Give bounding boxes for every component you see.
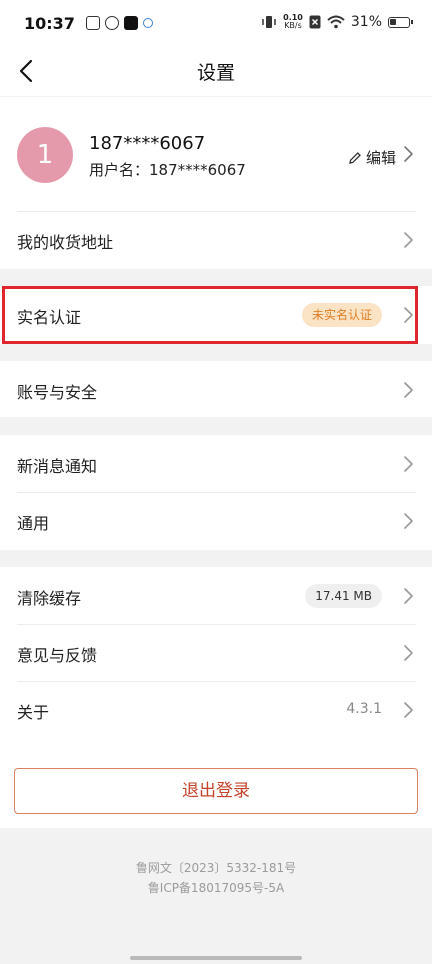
app-notification-icon <box>105 16 119 30</box>
chevron-right-icon <box>404 232 413 248</box>
tiktok-icon <box>124 16 138 30</box>
network-speed-unit: KB/s <box>284 21 302 30</box>
app-version: 4.3.1 <box>346 701 382 717</box>
bluetooth-app-icon <box>143 18 153 28</box>
pencil-icon <box>349 151 361 164</box>
row-label: 我的收货地址 <box>17 233 114 252</box>
icp-text: 鲁ICP备18017095号-5A <box>147 881 285 895</box>
row-label: 通用 <box>17 514 50 533</box>
chevron-right-icon <box>404 146 413 162</box>
account-card: 账号与安全 <box>0 361 432 417</box>
avatar[interactable]: 1 <box>17 127 73 183</box>
network-speed: 0.10 KB/s <box>283 14 303 30</box>
home-indicator[interactable] <box>130 956 302 960</box>
logout-button[interactable]: 退出登录 <box>14 768 418 814</box>
row-label: 新消息通知 <box>17 457 98 476</box>
nav-header: 设置 <box>0 48 432 96</box>
chevron-right-icon <box>404 702 413 718</box>
edit-profile-button[interactable]: 编辑 <box>348 147 396 168</box>
row-account-security[interactable]: 账号与安全 <box>0 361 432 417</box>
status-bar: 10:37 0.10 KB/s 31% <box>0 0 432 48</box>
chevron-right-icon <box>404 645 413 661</box>
edit-label: 编辑 <box>365 149 396 167</box>
cache-size-badge: 17.41 MB <box>305 584 382 608</box>
chevron-right-icon <box>404 382 413 398</box>
status-right: 0.10 KB/s 31% <box>261 14 413 30</box>
chevron-right-icon <box>404 513 413 529</box>
row-clear-cache[interactable]: 清除缓存 17.41 MB <box>0 567 432 625</box>
real-name-card: 实名认证 未实名认证 <box>0 286 432 344</box>
row-general[interactable]: 通用 <box>0 492 432 550</box>
row-label: 清除缓存 <box>17 589 82 608</box>
row-notifications[interactable]: 新消息通知 <box>0 435 432 493</box>
chevron-right-icon <box>404 307 413 323</box>
battery-icon <box>388 16 413 28</box>
notification-card: 新消息通知 通用 <box>0 435 432 550</box>
chevron-right-icon <box>404 456 413 472</box>
vibrate-icon <box>262 16 276 28</box>
row-about[interactable]: 关于 4.3.1 <box>0 681 432 739</box>
row-label: 实名认证 <box>17 308 82 327</box>
row-label: 意见与反馈 <box>17 646 98 665</box>
row-shipping-address[interactable]: 我的收货地址 <box>0 211 432 269</box>
app-notification-icon <box>86 16 100 30</box>
row-real-name-verification[interactable]: 实名认证 未实名认证 <box>0 286 432 344</box>
status-badge: 未实名认证 <box>301 303 382 327</box>
profile-card: 1 187****6067 用户名：187****6067 编辑 我的收货地址 <box>0 97 432 269</box>
status-time: 10:37 <box>24 14 75 33</box>
battery-percent: 31% <box>350 14 382 30</box>
notification-icons <box>86 16 153 30</box>
row-label: 账号与安全 <box>17 383 98 402</box>
profile-row[interactable]: 1 187****6067 用户名：187****6067 编辑 <box>0 97 432 211</box>
row-label: 关于 <box>17 703 50 722</box>
row-feedback[interactable]: 意见与反馈 <box>0 624 432 682</box>
user-phone: 187****6067 <box>89 133 206 154</box>
wifi-icon <box>327 15 345 29</box>
license-text: 鲁网文〔2023〕5332-181号 <box>135 861 297 875</box>
chevron-right-icon <box>404 588 413 604</box>
page-title: 设置 <box>196 62 235 84</box>
misc-card: 清除缓存 17.41 MB 意见与反馈 关于 4.3.1 <box>0 567 432 740</box>
sim-no-signal-icon <box>309 15 321 29</box>
footer: 鲁网文〔2023〕5332-181号 鲁ICP备18017095号-5A <box>0 858 432 898</box>
user-name: 用户名：187****6067 <box>89 161 246 179</box>
